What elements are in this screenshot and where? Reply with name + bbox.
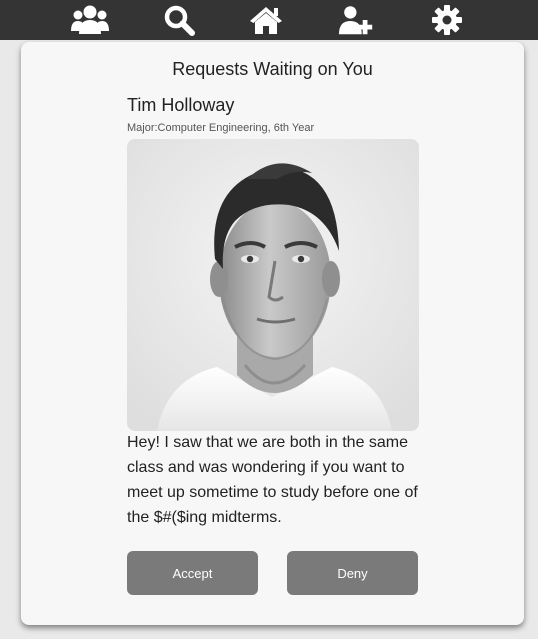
gear-icon[interactable]: [428, 2, 466, 38]
deny-button[interactable]: Deny: [287, 551, 418, 595]
card-title: Requests Waiting on You: [172, 59, 373, 79]
users-group-icon[interactable]: [71, 2, 109, 38]
requester-photo: [127, 139, 419, 431]
top-nav-bar: [0, 0, 538, 40]
search-icon[interactable]: [160, 2, 198, 38]
requester-name: Tim Holloway: [127, 95, 235, 115]
requester-major: Major:Computer Engineering, 6th Year: [127, 122, 315, 134]
add-user-icon[interactable]: [338, 2, 376, 38]
home-icon[interactable]: [247, 2, 285, 38]
request-message: Hey! I saw that we are both in the same …: [127, 434, 418, 526]
accept-button[interactable]: Accept: [127, 551, 258, 595]
request-card: Requests Waiting on You Tim Holloway Maj…: [21, 42, 524, 625]
